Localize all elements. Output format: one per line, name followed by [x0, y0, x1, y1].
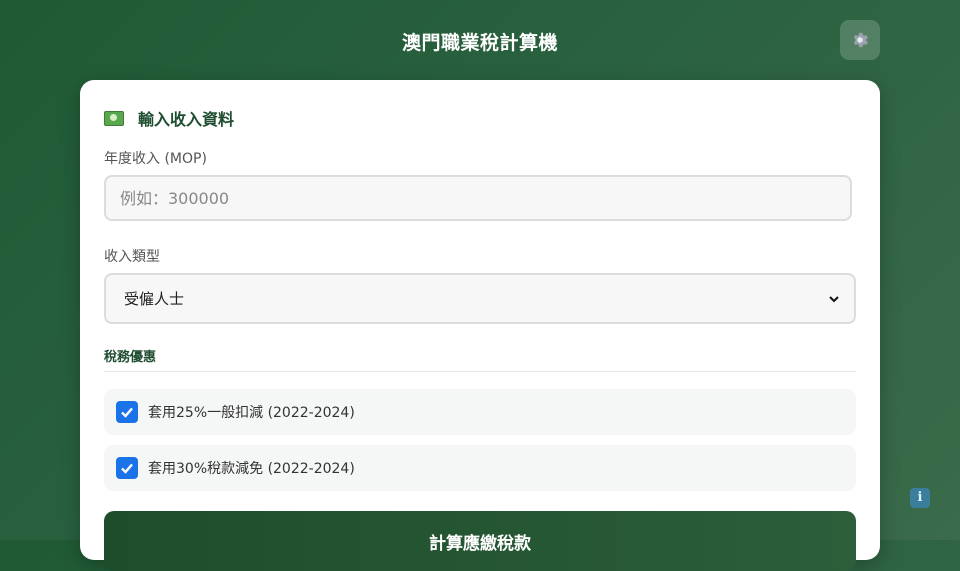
relief-label: 套用30%稅款減免 (2022-2024) [148, 461, 355, 477]
section-heading: 輸入收入資料 [104, 106, 234, 130]
money-icon [104, 110, 124, 126]
section-title: 輸入收入資料 [138, 110, 235, 129]
relief-checkbox[interactable] [116, 457, 138, 479]
info-icon[interactable]: i [910, 488, 930, 508]
income-label: 年度收入 (MOP) [104, 151, 207, 167]
discount-option-deduction[interactable]: 套用25%一般扣減 (2022-2024) [104, 389, 856, 435]
gear-icon [853, 32, 868, 48]
checkmark-icon [121, 463, 133, 474]
discount-option-relief[interactable]: 套用30%稅款減免 (2022-2024) [104, 445, 856, 491]
deduction-checkbox[interactable] [116, 401, 138, 423]
income-type-label: 收入類型 [104, 249, 160, 265]
chevron-down-icon [829, 295, 839, 302]
deduction-label: 套用25%一般扣減 (2022-2024) [148, 405, 355, 421]
income-type-select[interactable]: 受僱人士 [104, 273, 856, 324]
income-type-value: 受僱人士 [124, 290, 185, 308]
calculate-button[interactable]: 計算應繳稅款 [104, 511, 856, 571]
page-title: 澳門職業稅計算機 [401, 32, 558, 54]
checkmark-icon [121, 407, 133, 418]
income-input[interactable] [104, 175, 852, 221]
divider [104, 371, 856, 372]
income-form-card: 輸入收入資料 年度收入 (MOP) 收入類型 受僱人士 稅務優惠 套用25%一般… [80, 80, 880, 571]
settings-button[interactable] [840, 20, 880, 60]
discounts-heading: 稅務優惠 [104, 350, 157, 365]
